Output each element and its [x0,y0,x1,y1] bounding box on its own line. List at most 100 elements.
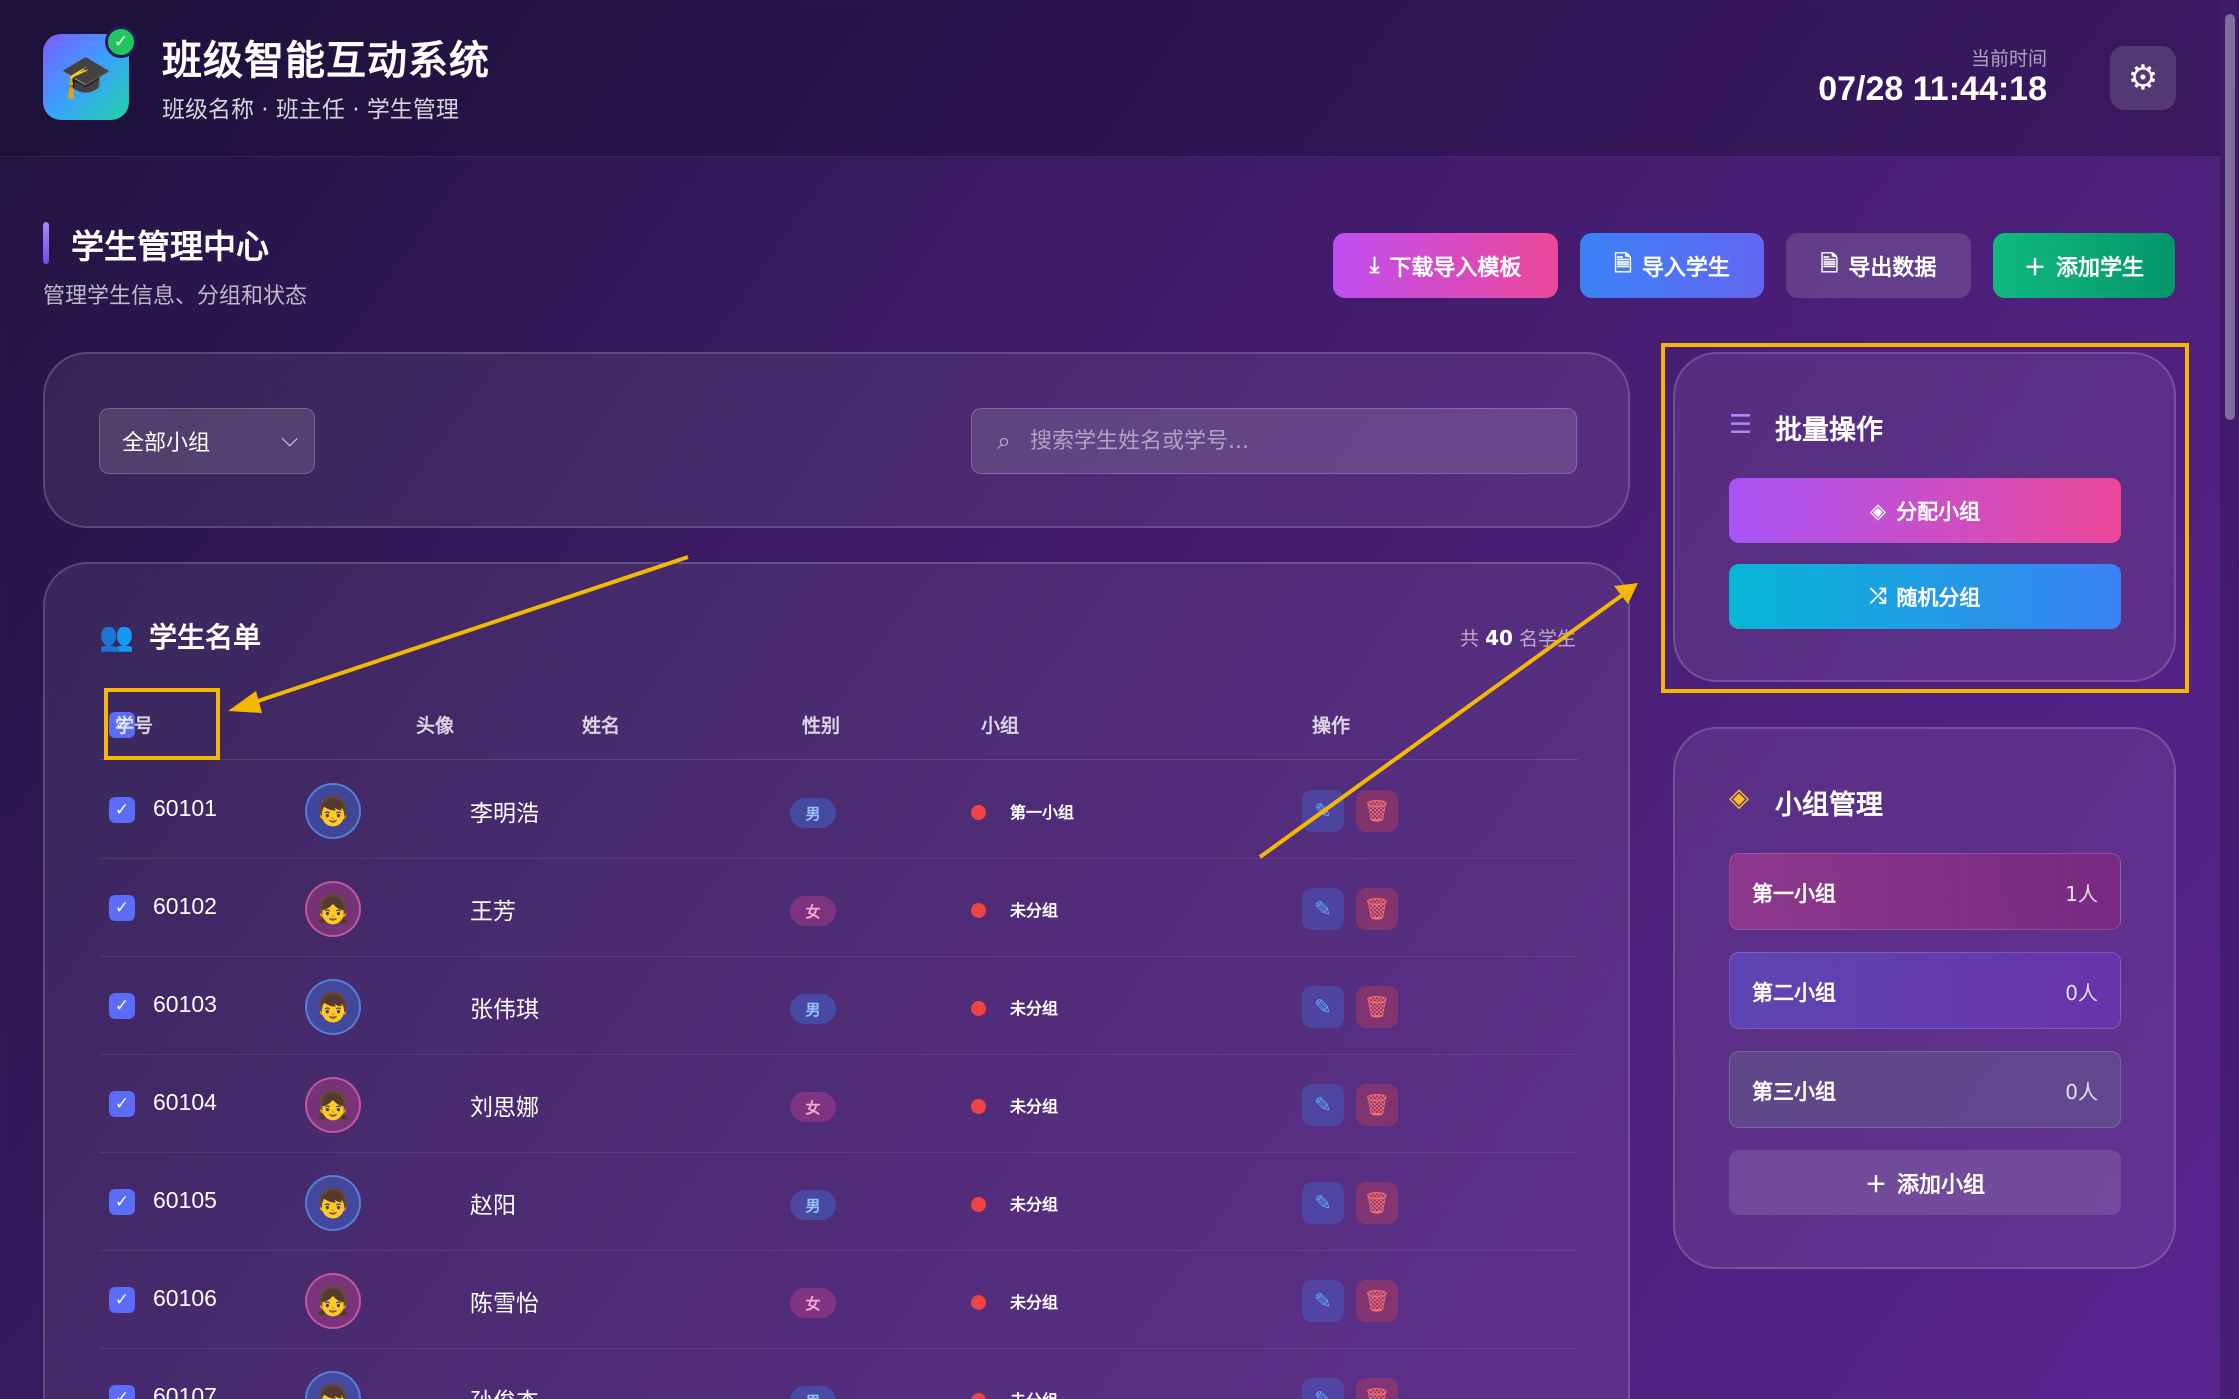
group-card[interactable]: 第三小组 0人 [1729,1051,2121,1128]
users-icon: 👥 [99,620,134,653]
avatar: 👧 [305,1077,361,1133]
group-name: 未分组 [1010,1195,1059,1214]
group-filter-select[interactable]: 全部小组 ⌵ [99,408,315,474]
student-list-title: 学生名单 [149,621,262,654]
trash-icon: 🗑 [1363,1092,1391,1117]
column-header-name: 姓名 [582,715,621,737]
file-import-icon: 🗎 [1614,251,1632,277]
table-row[interactable]: ✓ 60104 👧 刘思娜 女 未分组 ✎ 🗑 [100,1055,1578,1153]
student-id: 60104 [153,1089,217,1115]
student-name: 王芳 [470,899,516,925]
group-card[interactable]: 第二小组 0人 [1729,952,2121,1029]
column-header-avatar: 头像 [416,715,455,737]
app-subtitle: 班级名称 · 班主任 · 学生管理 [162,97,459,123]
file-export-icon: 🗎 [1820,251,1839,277]
edit-icon: ✎ [1314,995,1332,1019]
group-name: 未分组 [1010,1387,1058,1399]
delete-student-button[interactable]: 🗑 [1356,888,1398,930]
gender-badge: 男 [790,1386,836,1399]
add-student-button[interactable]: ＋ 添加学生 [1993,233,2175,298]
table-row[interactable]: ✓ 60105 👦 赵阳 男 未分组 ✎ 🗑 [100,1153,1578,1251]
chevron-down-icon: ⌵ [281,427,298,452]
add-group-button[interactable]: ＋ 添加小组 [1729,1150,2121,1215]
row-checkbox[interactable]: ✓ [109,797,135,823]
group-name: 未分组 [1010,1097,1059,1116]
table-row[interactable]: ✓ 60106 👧 陈雪怡 女 未分组 ✎ 🗑 [100,1251,1578,1349]
search-icon: ⌕ [997,427,1011,455]
edit-icon: ✎ [1314,897,1332,921]
avatar: 👧 [305,881,361,937]
table-row[interactable]: ✓ 60101 👦 李明浩 男 第一小组 ✎ 🗑 [100,761,1578,859]
edit-student-button[interactable]: ✎ [1302,1084,1344,1126]
group-status-dot [971,1295,986,1310]
edit-student-button[interactable]: ✎ [1302,1182,1344,1224]
row-checkbox[interactable]: ✓ [109,895,135,921]
gender-badge: 男 [790,994,836,1024]
delete-student-button[interactable]: 🗑 [1356,1084,1398,1126]
row-checkbox[interactable]: ✓ [109,1385,135,1399]
group-status-dot [971,903,986,918]
settings-button[interactable]: ⚙ [2110,46,2176,110]
group-card[interactable]: 第一小组 1人 [1729,853,2121,930]
delete-student-button[interactable]: 🗑 [1356,1378,1398,1399]
current-time-label: 当前时间 [1970,48,2047,70]
scrollbar-thumb[interactable] [2225,14,2235,420]
avatar: 👦 [305,1175,361,1231]
search-input[interactable] [1030,428,1550,454]
student-id: 60106 [153,1285,217,1311]
student-name: 张伟琪 [470,997,539,1023]
table-header-divider [100,759,1578,760]
trash-icon: 🗑 [1363,798,1391,823]
row-checkbox[interactable]: ✓ [109,993,135,1019]
row-checkbox[interactable]: ✓ [109,1091,135,1117]
title-accent-bar [43,222,49,264]
current-time: 07/28 11:44:18 [1818,70,2047,108]
edit-student-button[interactable]: ✎ [1302,986,1344,1028]
group-name: 未分组 [1010,1293,1059,1312]
edit-student-button[interactable]: ✎ [1302,1280,1344,1322]
row-checkbox[interactable]: ✓ [109,1189,135,1215]
edit-icon: ✎ [1314,799,1332,823]
student-id: 60107 [153,1383,217,1399]
delete-student-button[interactable]: 🗑 [1356,1280,1398,1322]
trash-icon: 🗑 [1363,896,1391,921]
layers-icon: ◈ [1729,783,1749,813]
edit-icon: ✎ [1314,1289,1332,1313]
export-data-button[interactable]: 🗎 导出数据 [1786,233,1971,298]
plus-icon: ＋ [2023,255,2046,281]
student-name: 刘思娜 [470,1095,539,1121]
search-box[interactable]: ⌕ [971,408,1577,474]
table-row[interactable]: ✓ 60107 👦 孙俊杰 男 未分组 ✎ 🗑 [100,1349,1578,1399]
table-row[interactable]: ✓ 60102 👧 王芳 女 未分组 ✎ 🗑 [100,859,1578,957]
plus-icon: ＋ [1864,1172,1887,1198]
delete-student-button[interactable]: 🗑 [1356,790,1398,832]
student-id: 60105 [153,1187,217,1213]
table-row[interactable]: ✓ 60103 👦 张伟琪 男 未分组 ✎ 🗑 [100,957,1578,1055]
trash-icon: 🗑 [1363,994,1391,1019]
student-name: 孙俊杰 [470,1382,539,1399]
download-template-button[interactable]: ⤓ 下载导入模板 [1333,233,1558,298]
gender-badge: 男 [790,798,836,828]
student-list-panel: 👥 学生名单 共 40 名学生 ✓ 学号 头像 姓名 性别 小组 操作 ✓ 601… [43,562,1630,1399]
page-title: 学生管理中心 [71,227,269,266]
gender-badge: 女 [790,896,836,926]
edit-student-button[interactable]: ✎ [1302,1378,1344,1399]
highlight-box-bulk-operations [1661,343,2189,693]
edit-student-button[interactable]: ✎ [1302,888,1344,930]
gender-badge: 女 [790,1288,836,1318]
column-header-gender: 性别 [802,715,841,737]
highlight-box-id-header [104,688,220,760]
import-students-button[interactable]: 🗎 导入学生 [1580,233,1764,298]
app-logo: 🎓 ✓ [43,26,137,120]
delete-student-button[interactable]: 🗑 [1356,986,1398,1028]
gender-badge: 男 [790,1190,836,1220]
student-name: 李明浩 [470,801,539,827]
delete-student-button[interactable]: 🗑 [1356,1182,1398,1224]
page-description: 管理学生信息、分组和状态 [43,284,308,309]
edit-student-button[interactable]: ✎ [1302,790,1344,832]
student-id: 60101 [153,795,217,821]
edit-icon: ✎ [1314,1191,1332,1215]
scrollbar[interactable] [2220,0,2239,1399]
row-checkbox[interactable]: ✓ [109,1287,135,1313]
student-count: 共 40 名学生 [1460,626,1576,650]
